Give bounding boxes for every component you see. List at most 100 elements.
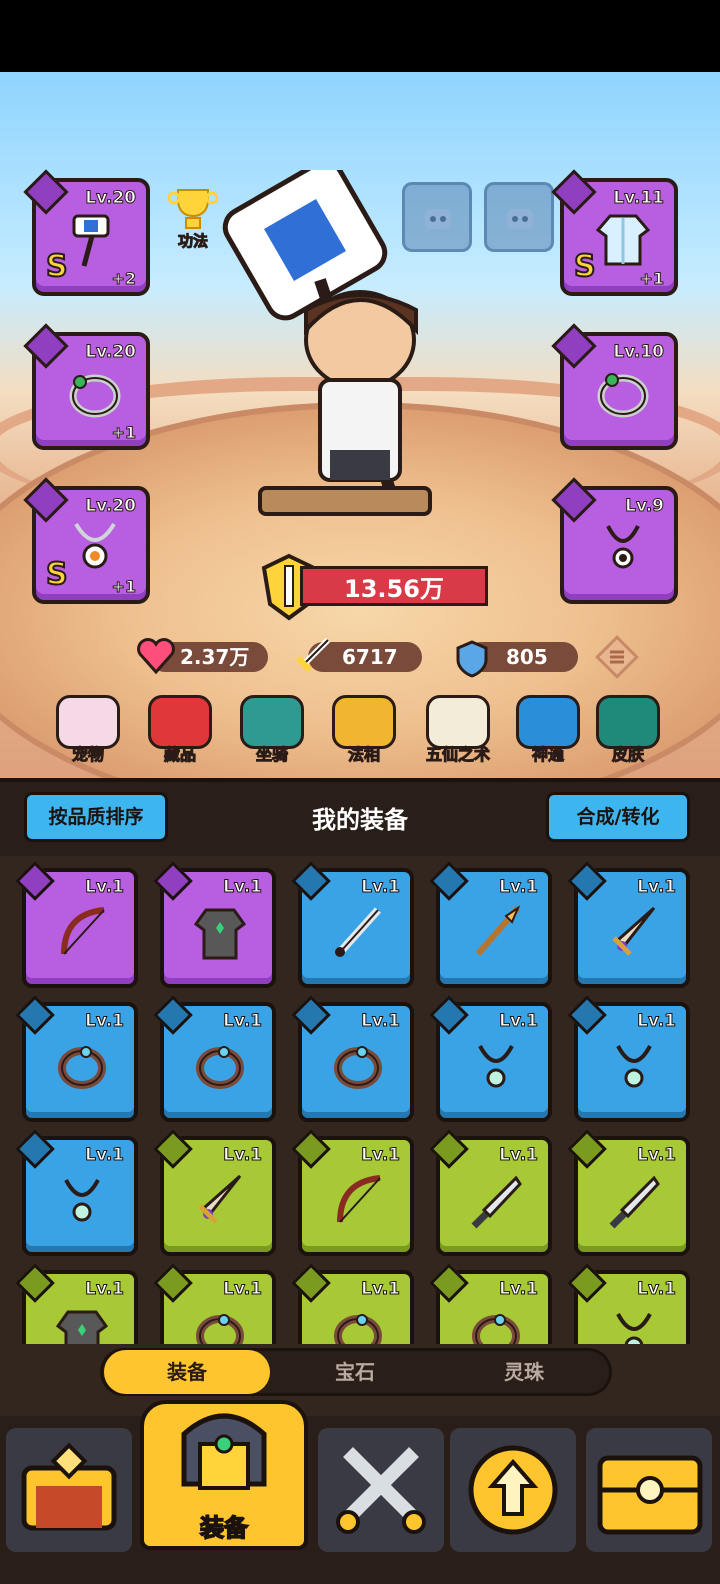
equip-slot-armor[interactable]: Lv.11 S +1 [551,169,678,296]
inventory-item[interactable]: Lv.1 [567,861,690,988]
item-level: Lv.1 [361,1011,401,1032]
broadsword-icon [198,1174,242,1224]
equip-slot-ring-right[interactable]: Lv.10 [551,323,678,450]
menu-label: 法相 [347,745,380,765]
status-bar [0,0,720,72]
robe-icon [193,908,247,960]
inventory-item[interactable]: Lv.1 [291,1263,414,1344]
ring-icon [334,1046,382,1089]
inventory-item[interactable]: Lv.1 [429,1263,552,1344]
equip-slot-amulet-right[interactable]: Lv.9 [551,477,678,604]
item-level: Lv.1 [223,1279,263,1300]
equip-level: Lv.20 [85,188,137,209]
shield-icon [456,640,488,678]
nav-shop[interactable] [6,1428,132,1552]
item-level: Lv.1 [637,1145,677,1166]
inventory-item[interactable]: Lv.1 [429,1129,552,1256]
nav-upgrade[interactable] [450,1428,576,1552]
inventory-item[interactable]: Lv.1 [153,995,276,1122]
tab-equipment[interactable]: 装备 [104,1350,270,1394]
menu-skin[interactable]: 皮肤 [588,695,668,765]
equip-slot-amulet-left[interactable]: Lv.20 S +1 [23,477,150,604]
item-type-badge-icon [291,995,331,1035]
inventory-item[interactable]: Lv.1 [429,861,552,988]
ring-icon [58,1046,106,1089]
robe-icon [55,1310,109,1344]
knife-icon [609,1175,660,1229]
amulet-icon [478,1045,514,1088]
inventory-item[interactable]: Lv.1 [15,995,138,1122]
item-level: Lv.1 [499,1011,539,1032]
robe-icon [595,214,651,266]
inventory-item[interactable]: Lv.1 [153,861,276,988]
equip-slot-ring-left[interactable]: Lv.20 +1 [23,323,150,450]
inventory-title: 我的装备 [312,806,408,834]
menu-pet[interactable]: 宠物 [48,695,128,765]
equip-bonus: +1 [111,423,137,443]
menu-divine-power[interactable]: 神通 [508,695,588,765]
inventory-item[interactable]: Lv.1 [15,1129,138,1256]
inventory-item[interactable]: Lv.1 [429,995,552,1122]
item-level: Lv.1 [361,1279,401,1300]
ring-icon [472,1314,520,1344]
heart-icon [137,638,175,675]
upgrade-arrow-icon [468,1445,558,1535]
item-type-badge-icon [567,995,607,1035]
item-type-badge-icon [291,1129,331,1169]
menu-label: 藏品 [163,745,196,765]
hero-character[interactable] [180,170,500,540]
nav-equipment[interactable]: 装备 [140,1400,308,1550]
tab-spirit-orbs[interactable]: 灵珠 [440,1350,608,1394]
nav-treasure[interactable] [586,1428,712,1552]
inventory-item[interactable]: Lv.1 [291,861,414,988]
inventory-item[interactable]: Lv.1 [567,995,690,1122]
ring-icon [334,1314,382,1344]
menu-label: 皮肤 [611,745,644,765]
item-type-badge-icon [15,861,55,901]
item-type-badge-icon [429,995,469,1035]
item-type-badge-icon [15,995,55,1035]
equip-level: Lv.20 [85,342,137,363]
item-level: Lv.1 [85,1011,125,1032]
item-type-badge-icon [15,1129,55,1169]
inventory-grid: Lv.1 Lv.1 Lv.1 Lv.1 Lv.1 Lv.1 Lv.1 Lv.1 Lv.1 Lv.1… [0,856,720,1344]
inventory-item[interactable]: Lv.1 [153,1129,276,1256]
details-icon[interactable] [594,634,640,680]
bow-icon [337,1175,381,1223]
hp-value: 2.37万 [180,645,250,669]
inventory-item[interactable]: Lv.1 [291,995,414,1122]
shop-icon [21,1442,117,1531]
equip-bonus: +1 [111,577,137,597]
sort-by-quality-button[interactable]: 按品质排序 [24,792,168,842]
sword-icon [335,907,381,957]
merge-convert-button[interactable]: 合成/转化 [546,792,690,842]
item-level: Lv.1 [637,1011,677,1032]
inventory-item[interactable]: Lv.1 [567,1263,690,1344]
item-level: Lv.1 [223,877,263,898]
item-type-badge-icon [567,1129,607,1169]
inventory-item[interactable]: Lv.1 [15,1263,138,1344]
menu-mount[interactable]: 坐骑 [232,695,312,765]
equip-level: Lv.10 [613,342,665,363]
inventory-item[interactable]: Lv.1 [153,1263,276,1344]
nav-battle[interactable] [318,1428,444,1552]
item-level: Lv.1 [499,1145,539,1166]
ring-icon [597,373,649,418]
inventory-item[interactable]: Lv.1 [291,1129,414,1256]
helmet-icon [181,1413,267,1490]
inventory-item[interactable]: Lv.1 [567,1129,690,1256]
bow-icon [61,907,105,955]
item-level: Lv.1 [85,1279,125,1300]
menu-avatar[interactable]: 法相 [324,695,404,765]
item-type-badge-icon [429,861,469,901]
equip-slot-weapon[interactable]: Lv.20 S +2 [23,169,150,296]
tab-gems[interactable]: 宝石 [272,1350,438,1394]
ring-icon [196,1314,244,1344]
equip-level: Lv.9 [625,496,665,517]
treasure-chest-icon [597,1455,703,1535]
inventory-item[interactable]: Lv.1 [15,861,138,988]
item-type-badge-icon [153,861,193,901]
menu-five-immortals[interactable]: 五仙之术 [418,695,498,765]
menu-collection[interactable]: 藏品 [140,695,220,765]
ring-icon [69,374,121,418]
